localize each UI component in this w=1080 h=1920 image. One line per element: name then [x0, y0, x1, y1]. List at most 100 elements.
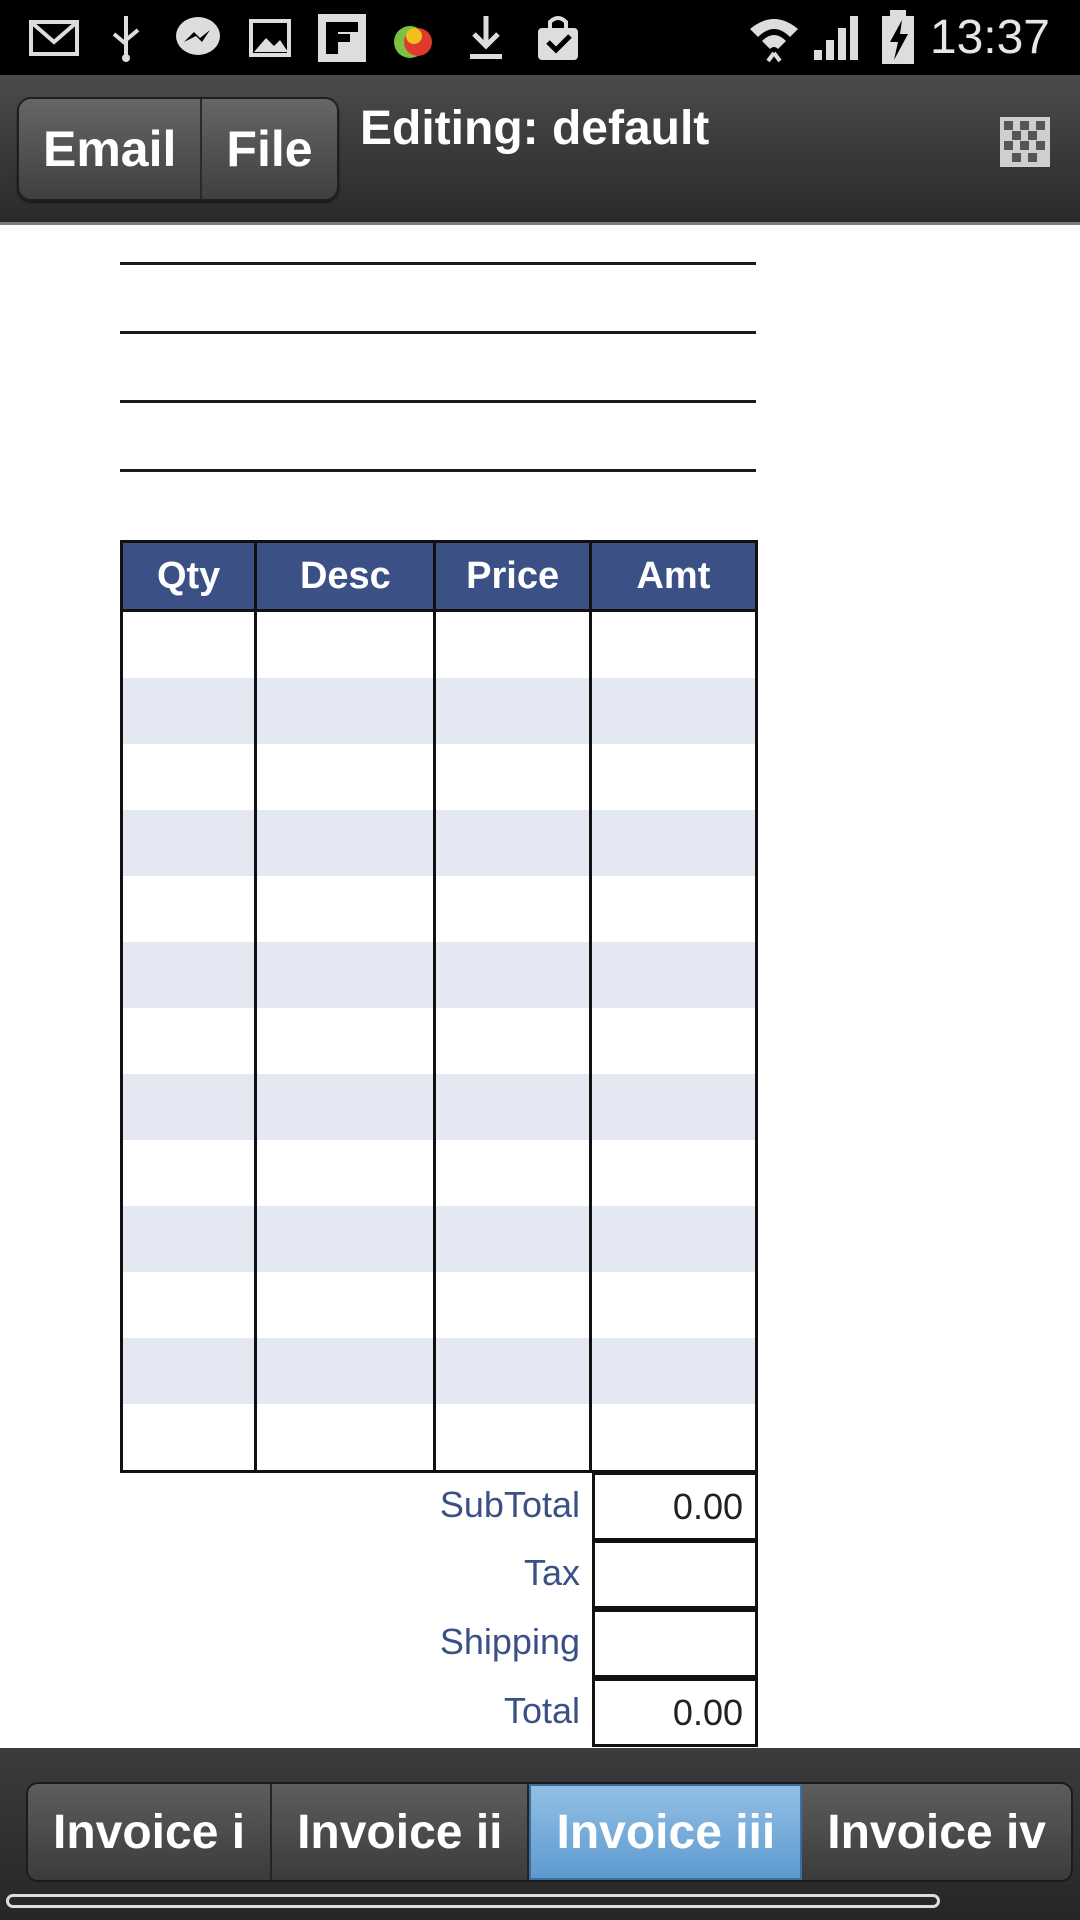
cell-qty[interactable]: [119, 1074, 258, 1140]
tax-field[interactable]: [592, 1540, 758, 1609]
address-line-2[interactable]: [120, 331, 756, 334]
cell-qty[interactable]: [119, 1272, 258, 1338]
cell-price[interactable]: [433, 678, 592, 744]
table-row: [119, 810, 759, 876]
signal-icon: [810, 14, 862, 62]
cell-amt[interactable]: [588, 1272, 759, 1338]
table-row: [119, 1140, 759, 1206]
usb-icon: [100, 14, 152, 62]
table-row: [119, 610, 759, 678]
flipboard-icon: [316, 14, 368, 62]
cell-desc[interactable]: [254, 744, 437, 810]
cell-amt[interactable]: [588, 1206, 759, 1272]
cell-qty[interactable]: [119, 1338, 258, 1404]
cell-amt[interactable]: [588, 610, 759, 678]
cell-desc[interactable]: [254, 1074, 437, 1140]
clock-time: 13:37: [929, 11, 1050, 64]
shopping-bag-icon: [532, 14, 584, 62]
cell-amt[interactable]: [588, 1140, 759, 1206]
cell-price[interactable]: [433, 1140, 592, 1206]
cell-amt[interactable]: [588, 744, 759, 810]
cell-price[interactable]: [433, 610, 592, 678]
cell-desc[interactable]: [254, 810, 437, 876]
cell-price[interactable]: [433, 1404, 592, 1473]
cell-price[interactable]: [433, 1272, 592, 1338]
cell-qty[interactable]: [119, 610, 258, 678]
mail-icon: [28, 14, 80, 62]
cell-amt[interactable]: [588, 942, 759, 1008]
status-bar: 13:37: [0, 0, 1080, 75]
cell-price[interactable]: [433, 1008, 592, 1074]
cell-desc[interactable]: [254, 1008, 437, 1074]
cell-price[interactable]: [433, 942, 592, 1008]
address-line-4[interactable]: [120, 469, 756, 472]
cell-price[interactable]: [433, 744, 592, 810]
grid-icon[interactable]: [1000, 117, 1050, 167]
image-icon: [244, 14, 296, 62]
cell-amt[interactable]: [588, 1404, 759, 1473]
table-row: [119, 942, 759, 1008]
cell-desc[interactable]: [254, 1338, 437, 1404]
table-row: [119, 1338, 759, 1404]
cell-amt[interactable]: [588, 1338, 759, 1404]
cell-price[interactable]: [433, 1074, 592, 1140]
wifi-icon: [748, 14, 800, 63]
cell-qty[interactable]: [119, 1404, 258, 1473]
action-bar: Email File Editing: default: [0, 75, 1080, 225]
download-icon: [460, 14, 512, 62]
file-button[interactable]: File: [202, 99, 337, 199]
cell-amt[interactable]: [588, 876, 759, 942]
address-line-1[interactable]: [120, 262, 756, 265]
tab-invoice-iii[interactable]: Invoice iii: [529, 1784, 803, 1880]
cell-qty[interactable]: [119, 1206, 258, 1272]
cell-amt[interactable]: [588, 678, 759, 744]
horizontal-scrollbar[interactable]: [6, 1894, 940, 1908]
table-row: [119, 1404, 759, 1473]
tab-invoice-i[interactable]: Invoice i: [28, 1784, 273, 1880]
total-label: Total: [503, 1690, 580, 1731]
address-line-3[interactable]: [120, 400, 756, 403]
table-row: [119, 876, 759, 942]
tax-label: Tax: [523, 1552, 580, 1593]
cell-desc[interactable]: [254, 1272, 437, 1338]
invoice-tabs: Invoice i Invoice ii Invoice iii Invoice…: [26, 1782, 1073, 1882]
cell-qty[interactable]: [119, 876, 258, 942]
cell-price[interactable]: [433, 1206, 592, 1272]
cell-desc[interactable]: [254, 1404, 437, 1473]
cell-price[interactable]: [433, 810, 592, 876]
cell-price[interactable]: [433, 1338, 592, 1404]
cell-qty[interactable]: [119, 1008, 258, 1074]
total-value: 0.00: [592, 1678, 758, 1747]
cell-qty[interactable]: [119, 678, 258, 744]
cell-qty[interactable]: [119, 1140, 258, 1206]
cell-desc[interactable]: [254, 610, 437, 678]
cell-desc[interactable]: [254, 1140, 437, 1206]
cell-amt[interactable]: [588, 1074, 759, 1140]
table-body: [119, 610, 759, 1473]
action-button-group: Email File: [17, 97, 339, 201]
cell-qty[interactable]: [119, 810, 258, 876]
cell-qty[interactable]: [119, 744, 258, 810]
messenger-icon: [172, 14, 224, 62]
tab-invoice-iv[interactable]: Invoice iv: [802, 1784, 1071, 1880]
cell-qty[interactable]: [119, 942, 258, 1008]
cell-desc[interactable]: [254, 876, 437, 942]
cell-price[interactable]: [433, 876, 592, 942]
cell-amt[interactable]: [588, 810, 759, 876]
cell-desc[interactable]: [254, 942, 437, 1008]
table-row: [119, 1272, 759, 1338]
table-row: [119, 1206, 759, 1272]
cell-desc[interactable]: [254, 678, 437, 744]
fruit-app-icon: [388, 14, 440, 62]
table-row: [119, 1074, 759, 1140]
tab-invoice-ii[interactable]: Invoice ii: [272, 1784, 530, 1880]
cell-desc[interactable]: [254, 1206, 437, 1272]
header-price: Price: [433, 540, 592, 612]
invoice-table: Qty Desc Price Amt: [119, 540, 759, 1473]
battery-charging-icon: [872, 10, 924, 64]
page-title: Editing: default: [360, 102, 710, 155]
email-button[interactable]: Email: [19, 99, 203, 199]
shipping-field[interactable]: [592, 1609, 758, 1678]
header-qty: Qty: [119, 540, 258, 612]
cell-amt[interactable]: [588, 1008, 759, 1074]
